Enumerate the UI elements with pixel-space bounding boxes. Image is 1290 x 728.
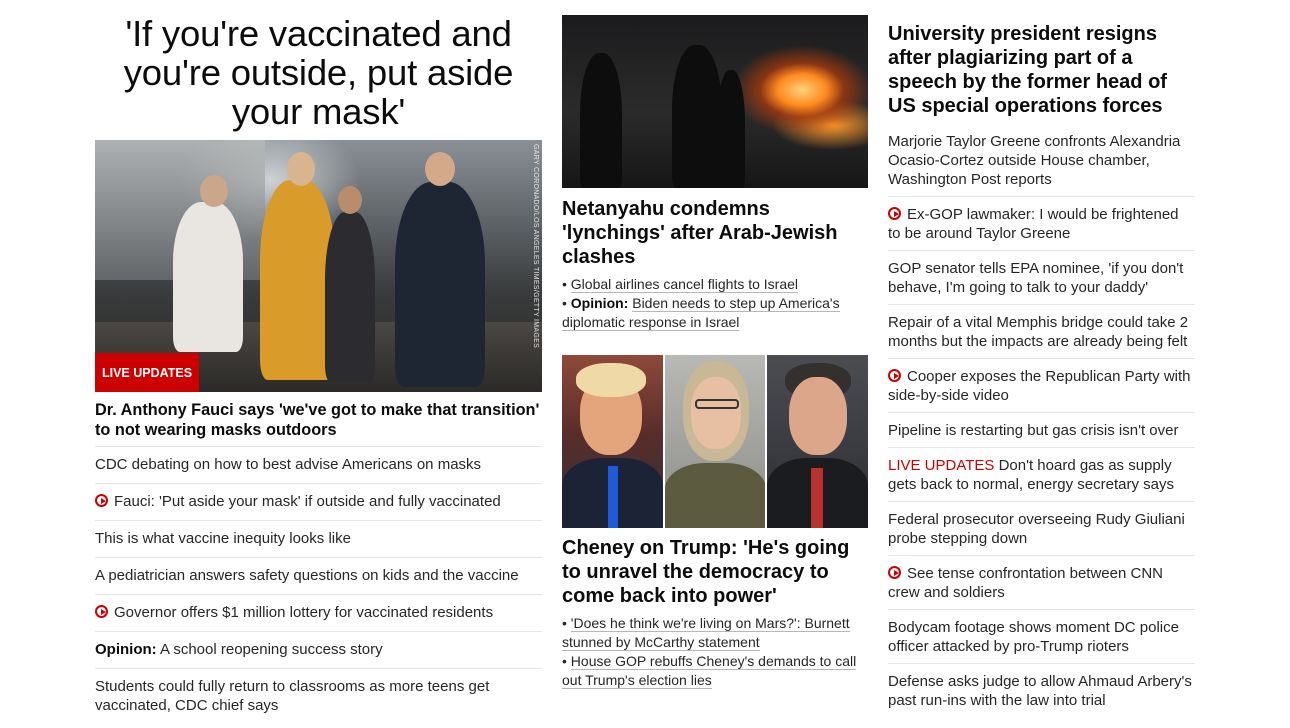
sublink[interactable]: • Global airlines cancel flights to Isra… [562,275,868,294]
list-item[interactable]: Bodycam footage shows moment DC police o… [888,609,1195,663]
person-head [338,186,362,214]
list-item[interactable]: Marjorie Taylor Greene confronts Alexand… [888,126,1195,196]
list-item-text: Defense asks judge to allow Ahmaud Arber… [888,673,1192,709]
list-item[interactable]: Students could fully return to classroom… [95,668,542,724]
list-item[interactable]: Fauci: 'Put aside your mask' if outside … [95,483,542,520]
list-item-text: Governor offers $1 million lottery for v… [114,604,494,621]
headlines-column: University president resigns after plagi… [888,0,1195,717]
list-item-text: Bodycam footage shows moment DC police o… [888,619,1179,655]
sublink-text: Global airlines cancel flights to Israel [570,276,799,293]
list-item-text: See tense confrontation between CNN crew… [888,565,1163,601]
sublink[interactable]: • Opinion: Biden needs to step up Americ… [562,294,868,332]
banner-headline[interactable]: 'If you're vaccinated and you're outside… [95,14,542,131]
hero-image[interactable]: GARY CORONADO/LOS ANGELES TIMES/GETTY IM… [95,140,542,392]
lead-headline[interactable]: Dr. Anthony Fauci says 'we've got to mak… [95,400,542,440]
list-item[interactable]: GOP senator tells EPA nominee, 'if you d… [888,250,1195,304]
person-head [200,175,228,207]
opinion-label: Opinion: [95,641,157,658]
list-item[interactable]: LIVE UPDATES Don't hoard gas as supply g… [888,447,1195,501]
politicians-image[interactable] [562,355,869,528]
list-item-text: Marjorie Taylor Greene confronts Alexand… [888,133,1181,188]
column-lead-headline[interactable]: University president resigns after plagi… [888,22,1195,118]
list-item-text: This is what vaccine inequity looks like [95,530,351,547]
story-headline[interactable]: Netanyahu condemns 'lynchings' after Ara… [562,197,868,269]
photo-credit: GARY CORONADO/LOS ANGELES TIMES/GETTY IM… [532,144,539,349]
live-updates-label: LIVE UPDATES [888,457,995,474]
sublink-text: House GOP rebuffs Cheney's demands to ca… [562,653,857,689]
list-item[interactable]: Ex-GOP lawmaker: I would be frightened t… [888,196,1195,250]
person-figure [260,180,335,380]
list-item-text: A school reopening success story [160,641,383,658]
list-item-text: Ex-GOP lawmaker: I would be frightened t… [888,206,1179,242]
list-item-text: Federal prosecutor overseeing Rudy Giuli… [888,511,1185,547]
play-video-icon [888,369,901,382]
list-item-text: CDC debating on how to best advise Ameri… [95,456,482,473]
list-item-text: A pediatrician answers safety questions … [95,567,519,584]
person-head [287,152,315,186]
person-figure [395,182,485,387]
list-item-text: GOP senator tells EPA nominee, 'if you d… [888,260,1184,296]
image-panel-left [562,355,663,528]
soldier-silhouette [580,53,622,188]
list-item-text: Pipeline is restarting but gas crisis is… [888,422,1179,439]
headlines-list: Marjorie Taylor Greene confronts Alexand… [888,126,1195,717]
story-sublinks: • 'Does he think we're living on Mars?':… [562,614,868,690]
play-video-icon [95,605,108,618]
play-video-icon [888,566,901,579]
list-item[interactable]: See tense confrontation between CNN crew… [888,555,1195,609]
list-item[interactable]: Federal prosecutor overseeing Rudy Giuli… [888,501,1195,555]
secondary-stories-column: Netanyahu condemns 'lynchings' after Ara… [562,0,869,690]
hair [576,363,646,397]
glasses [694,399,739,409]
list-item[interactable]: Repair of a vital Memphis bridge could t… [888,304,1195,358]
list-item[interactable]: A pediatrician answers safety questions … [95,557,542,594]
list-item-text: Students could fully return to classroom… [95,678,490,714]
image-panel-right [767,355,869,528]
story-sublinks: • Global airlines cancel flights to Isra… [562,275,868,332]
tie [811,468,824,528]
person-figure [325,212,375,382]
sublink[interactable]: • House GOP rebuffs Cheney's demands to … [562,652,868,690]
main-story-column: 'If you're vaccinated and you're outside… [95,0,542,724]
face [789,377,848,455]
sublink[interactable]: • 'Does he think we're living on Mars?':… [562,614,868,652]
play-video-icon [888,207,901,220]
list-item-text: Fauci: 'Put aside your mask' if outside … [114,493,501,510]
list-item-text: Repair of a vital Memphis bridge could t… [888,314,1189,350]
face [690,377,741,449]
list-item[interactable]: Opinion: A school reopening success stor… [95,631,542,668]
story-headline[interactable]: Cheney on Trump: 'He's going to unravel … [562,536,868,608]
soldier-silhouette [717,70,745,188]
sublink-text: 'Does he think we're living on Mars?': B… [562,615,850,651]
person-figure [173,202,243,352]
tie [608,466,618,528]
live-updates-tag[interactable]: LIVE UPDATES [95,353,199,392]
related-links-list: CDC debating on how to best advise Ameri… [95,446,542,724]
list-item[interactable]: Cooper exposes the Republican Party with… [888,358,1195,412]
image-panel-center [664,355,766,528]
play-video-icon [95,494,108,507]
list-item[interactable]: Pipeline is restarting but gas crisis is… [888,412,1195,447]
soldier-silhouette [672,45,722,188]
list-item[interactable]: Defense asks judge to allow Ahmaud Arber… [888,663,1195,717]
list-item[interactable]: Governor offers $1 million lottery for v… [95,594,542,631]
opinion-label: Opinion: [570,295,629,311]
person-head [425,152,455,186]
list-item[interactable]: This is what vaccine inequity looks like [95,520,542,557]
clashes-image[interactable] [562,15,868,188]
jacket [664,463,766,528]
list-item[interactable]: CDC debating on how to best advise Ameri… [95,446,542,483]
list-item-text: Cooper exposes the Republican Party with… [888,368,1191,404]
